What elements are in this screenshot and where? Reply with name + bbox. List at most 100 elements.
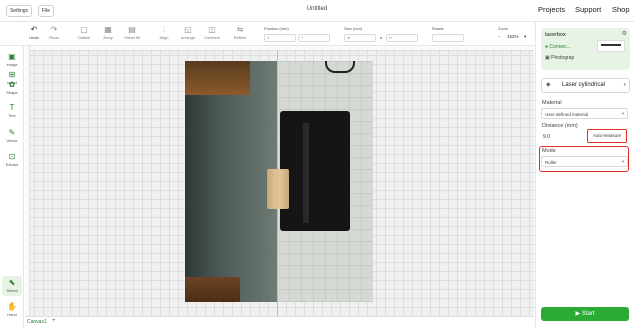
photo-left-region <box>185 61 277 302</box>
device-image <box>597 40 625 52</box>
distance-input[interactable]: 9.0 <box>543 134 550 140</box>
outline-icon: ▢ <box>80 25 88 34</box>
start-button[interactable]: ▶ Start <box>541 307 629 321</box>
play-icon: ▶ <box>575 311 581 317</box>
nav-support[interactable]: Support <box>575 5 601 14</box>
arrange-icon: ◱ <box>184 25 192 34</box>
photo-roller-slot <box>303 123 309 223</box>
extract-label: Extract <box>5 162 19 167</box>
select-label: Select <box>6 288 18 293</box>
size-label: Size (mm) <box>344 26 363 31</box>
processing-mode-value: Laser cylindrical <box>562 82 606 88</box>
array-button[interactable]: ▦ Array <box>96 24 120 41</box>
image-icon: ▣ <box>8 52 16 61</box>
photo-cable <box>325 61 355 73</box>
device-card[interactable]: laserbox ⚙ ● Connec... ▣ Photograp <box>541 28 630 70</box>
combine-label: Combine <box>203 35 220 40</box>
image-label: Image <box>6 62 18 67</box>
smart-fill-label: Smart fill <box>124 35 140 40</box>
array-label: Array <box>103 35 113 40</box>
camera-photo <box>185 61 373 302</box>
shape-label: Shape <box>6 90 18 95</box>
arrange-label: Arrange <box>180 35 196 40</box>
canvas-tab[interactable]: Canvas1 <box>27 319 47 325</box>
size-width-input[interactable]: W <box>344 34 376 42</box>
zoom-label: Zoom <box>498 26 509 31</box>
nav-shop[interactable]: Shop <box>612 5 630 14</box>
outline-label: Outline <box>77 35 91 40</box>
text-icon: T <box>9 103 15 112</box>
mode-select[interactable]: Roller ▾ <box>541 156 628 167</box>
vector-tool[interactable]: ✎ Vector <box>2 128 22 143</box>
hand-label: Hand <box>7 312 17 317</box>
position-y-input[interactable]: Y <box>298 34 330 42</box>
size-height-input[interactable]: H <box>386 34 418 42</box>
shape-tool[interactable]: ✿ Shape <box>2 80 22 95</box>
zoom-value: 152% <box>507 34 519 39</box>
chevron-down-icon: ▾ <box>621 111 624 116</box>
zoom-dropdown-chevron-icon[interactable]: ▾ <box>524 34 526 40</box>
redo-label: Redo <box>49 35 59 40</box>
processing-mode-select[interactable]: ◈ Laser cylindrical ▾ <box>541 78 630 93</box>
laser-icon: ◈ <box>546 82 551 88</box>
right-panel: laserbox ⚙ ● Connec... ▣ Photograp ◈ Las… <box>535 22 634 327</box>
insert-icon: ⊞ <box>8 70 16 79</box>
smart-fill-button[interactable]: ▤ Smart fill <box>120 24 144 41</box>
combine-icon: ◫ <box>208 25 216 34</box>
align-button[interactable]: ⫶ Align <box>152 24 176 41</box>
text-label: Text <box>8 113 16 118</box>
extract-icon: ⊡ <box>8 152 16 161</box>
image-tool[interactable]: ▣ Image <box>2 52 22 67</box>
align-label: Align <box>159 35 169 40</box>
material-label: Material <box>542 100 562 106</box>
lock-ratio-icon[interactable]: a <box>380 35 382 40</box>
rotate-label: Rotate <box>432 26 444 31</box>
extract-tool[interactable]: ⊡ Extract <box>2 152 22 167</box>
vector-label: Vector <box>6 138 18 143</box>
outline-button[interactable]: ▢ Outline <box>72 24 96 41</box>
camera-mode[interactable]: ▣ Photograp <box>545 55 574 61</box>
nav-projects[interactable]: Projects <box>538 5 565 14</box>
arrange-button[interactable]: ◱ Arrange <box>176 24 200 41</box>
redo-button[interactable]: ↷ Redo <box>42 24 66 41</box>
align-icon: ⫶ <box>163 25 165 34</box>
design-canvas[interactable] <box>25 46 534 316</box>
select-tool[interactable]: ⬉ Select <box>2 276 22 296</box>
photo-wood-bottom <box>185 277 240 302</box>
rotate-input[interactable] <box>432 34 464 42</box>
vector-icon: ✎ <box>8 128 16 137</box>
device-status: ● Connec... <box>545 44 571 50</box>
camera-mode-text: Photograp <box>551 55 575 61</box>
select-icon: ⬉ <box>8 278 16 287</box>
combine-button[interactable]: ◫ Combine <box>200 24 224 41</box>
device-name: laserbox <box>545 32 566 38</box>
top-bar: Settings File Untitled Projects Support … <box>0 0 634 22</box>
chevron-down-icon: ▾ <box>621 159 624 164</box>
material-value: User-defined material <box>545 111 589 117</box>
material-select[interactable]: User-defined material ▾ <box>541 108 628 119</box>
reflect-icon: ⇋ <box>236 25 244 34</box>
vertical-ruler <box>25 46 30 316</box>
shape-icon: ✿ <box>8 80 16 89</box>
position-x-input[interactable]: X <box>264 34 296 42</box>
mode-label: Mode <box>542 148 556 154</box>
photo-roller-device <box>280 111 350 231</box>
photo-wood-top <box>185 61 250 95</box>
array-icon: ▦ <box>104 25 112 34</box>
device-status-text: Connec... <box>549 44 571 50</box>
add-canvas-button[interactable]: + <box>52 318 56 324</box>
mode-value: Roller <box>545 159 557 165</box>
auto-measure-button[interactable]: Auto-measure <box>587 129 627 143</box>
canvas-tab-bar: Canvas1 + <box>25 316 534 327</box>
distance-label: Distance (mm) <box>542 123 578 129</box>
text-tool[interactable]: T Text <box>2 103 22 118</box>
hand-icon: ✋ <box>7 302 17 311</box>
redo-icon: ↷ <box>50 25 58 34</box>
reflect-label: Reflect <box>233 35 247 40</box>
reflect-button[interactable]: ⇋ Reflect <box>228 24 252 41</box>
position-label: Position (mm) <box>264 26 289 31</box>
zoom-out-button[interactable]: − <box>498 34 501 39</box>
left-panel: ▣ Image ⊞ Insert ✿ Shape T Text ✎ Vector… <box>0 46 24 327</box>
device-settings-icon[interactable]: ⚙ <box>622 30 627 37</box>
hand-tool[interactable]: ✋ Hand <box>2 302 22 317</box>
